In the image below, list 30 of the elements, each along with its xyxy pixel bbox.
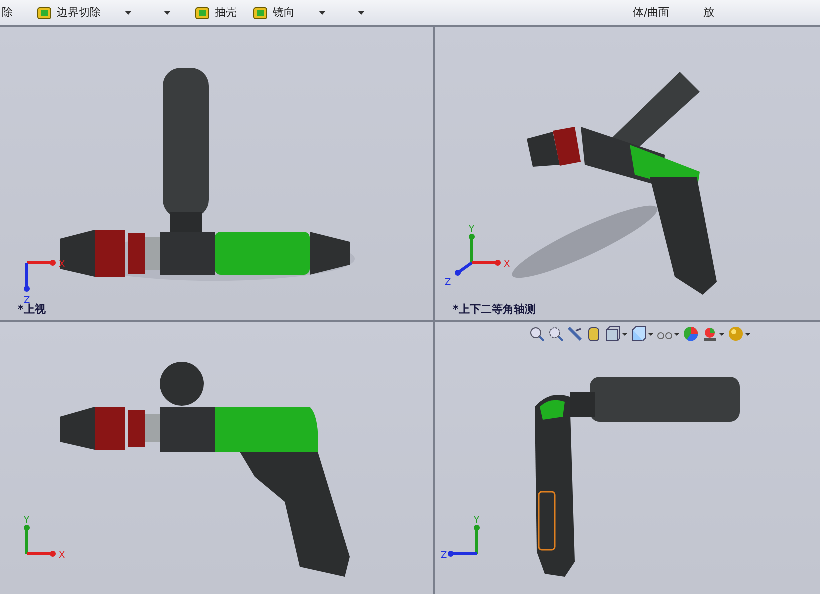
zoom-area-icon[interactable] [548,326,564,342]
toolbar-label: 体/曲面 [633,5,671,20]
feature-icon [195,6,211,20]
axis-label: Y [24,516,30,526]
dropdown-caret-icon[interactable] [648,332,654,336]
axis-label: Z [24,296,30,306]
toolbar-label: 除 [2,5,14,20]
toolbar-button[interactable]: 镜向 [247,3,301,22]
toolbar-button[interactable]: 边界切除 [31,3,107,22]
view-orientation-icon[interactable] [605,326,621,342]
dropdown-caret-icon[interactable] [674,332,680,336]
feature-icon [253,6,269,20]
dropdown-caret-icon[interactable] [745,332,751,336]
feature-icon [37,6,53,20]
view-name-label: *上视 [18,303,46,317]
axis-label: Y [474,516,480,526]
axis-label: Y [469,225,474,235]
dropdown-caret-icon[interactable] [622,332,628,336]
axis-label: X [59,551,66,561]
color-wheel-icon[interactable] [683,326,699,342]
axis-label: X [504,260,510,270]
scene-icon[interactable] [702,326,718,342]
axis-label: Z [445,278,452,288]
toolbar-label: 放 [704,5,716,20]
toolbar-button[interactable]: 抽壳 [189,3,243,22]
zoom-fit-icon[interactable] [529,326,545,342]
dropdown-caret-icon[interactable] [719,332,725,336]
cube-icon[interactable] [631,326,647,342]
axis-label: Z [441,551,448,561]
view-name-label: *上下二等角轴测 [453,302,536,317]
